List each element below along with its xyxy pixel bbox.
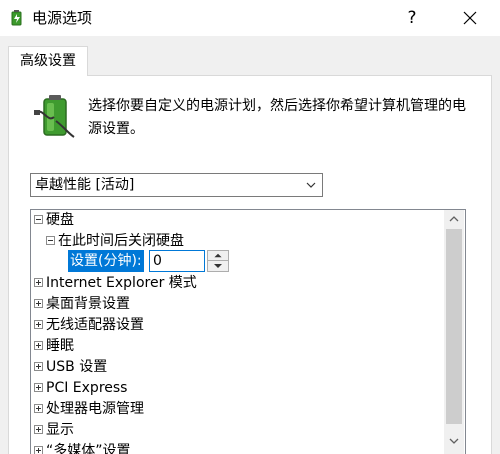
expand-icon[interactable] <box>34 362 43 371</box>
expand-icon[interactable] <box>34 320 43 329</box>
description-text: 选择你要自定义的电源计划，然后选择你希望计算机管理的电源设置。 <box>88 98 466 137</box>
help-button[interactable]: ? <box>394 3 430 33</box>
power-plan-select[interactable]: 卓越性能 [活动] <box>30 173 323 197</box>
scroll-thumb[interactable] <box>446 229 462 424</box>
tab-advanced-settings[interactable]: 高级设置 <box>8 46 88 76</box>
chevron-down-icon <box>306 182 316 188</box>
expand-icon[interactable] <box>34 446 43 454</box>
window-title: 电源选项 <box>32 9 93 27</box>
expand-icon[interactable] <box>34 299 43 308</box>
expand-icon[interactable] <box>34 404 43 413</box>
setting-minutes-label: 设置(分钟): <box>68 250 144 272</box>
minutes-spinner <box>207 250 229 272</box>
scroll-up-icon[interactable] <box>444 210 464 228</box>
spin-up-icon[interactable] <box>208 251 228 261</box>
scroll-down-icon[interactable] <box>444 432 464 450</box>
settings-tree: 硬盘 在此时间后关闭硬盘 设置(分钟): 0 Internet Explorer… <box>30 209 466 454</box>
collapse-icon[interactable] <box>46 236 55 245</box>
tree-scrollbar[interactable] <box>444 210 464 454</box>
expand-icon[interactable] <box>34 278 43 287</box>
power-options-icon <box>11 10 22 26</box>
power-plan-value: 卓越性能 [活动] <box>35 177 135 193</box>
battery-icon <box>34 95 75 138</box>
spin-down-icon[interactable] <box>208 261 228 271</box>
collapse-icon[interactable] <box>34 215 43 224</box>
expand-icon[interactable] <box>34 383 43 392</box>
title-bar: 电源选项 ? <box>0 0 500 36</box>
expand-icon[interactable] <box>34 425 43 434</box>
expand-icon[interactable] <box>34 341 43 350</box>
minutes-input[interactable]: 0 <box>149 250 205 272</box>
close-icon[interactable] <box>452 3 488 33</box>
power-options-window: 电源选项 ? 高级设置 选择你要自定义的电源计划，然后选择你希望计算机管理的电源… <box>0 0 500 454</box>
